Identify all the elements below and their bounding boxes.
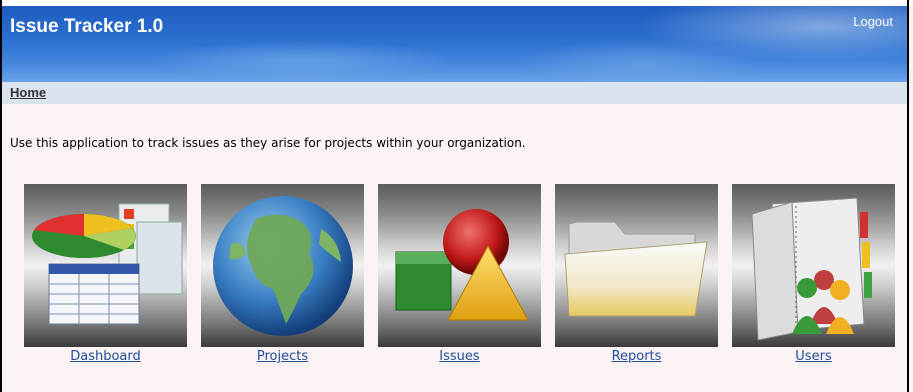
- dashboard-icon: [32, 203, 183, 325]
- tile-label-dashboard[interactable]: Dashboard: [24, 349, 187, 364]
- tile-issues[interactable]: Issues: [378, 184, 541, 364]
- app-title: Issue Tracker 1.0: [10, 16, 164, 37]
- tile-reports[interactable]: Reports: [555, 184, 718, 364]
- tile-label-users[interactable]: Users: [732, 349, 895, 364]
- tile-projects[interactable]: Projects: [201, 184, 364, 364]
- intro-text: Use this application to track issues as …: [10, 136, 526, 150]
- tile-label-reports[interactable]: Reports: [555, 349, 718, 364]
- folder-icon: [564, 221, 708, 317]
- logout-link[interactable]: Logout: [853, 14, 893, 29]
- globe-icon: [213, 196, 353, 336]
- tile-label-issues[interactable]: Issues: [378, 349, 541, 364]
- breadcrumb: Home: [2, 82, 907, 104]
- tile-users[interactable]: Users: [732, 184, 895, 364]
- app-header: Issue Tracker 1.0 Logout: [2, 6, 907, 82]
- tile-dashboard[interactable]: Dashboard: [24, 184, 187, 364]
- breadcrumb-home-link[interactable]: Home: [10, 85, 46, 100]
- tile-label-projects[interactable]: Projects: [201, 349, 364, 364]
- users-book-icon: [751, 197, 872, 341]
- shapes-icon: [395, 209, 529, 321]
